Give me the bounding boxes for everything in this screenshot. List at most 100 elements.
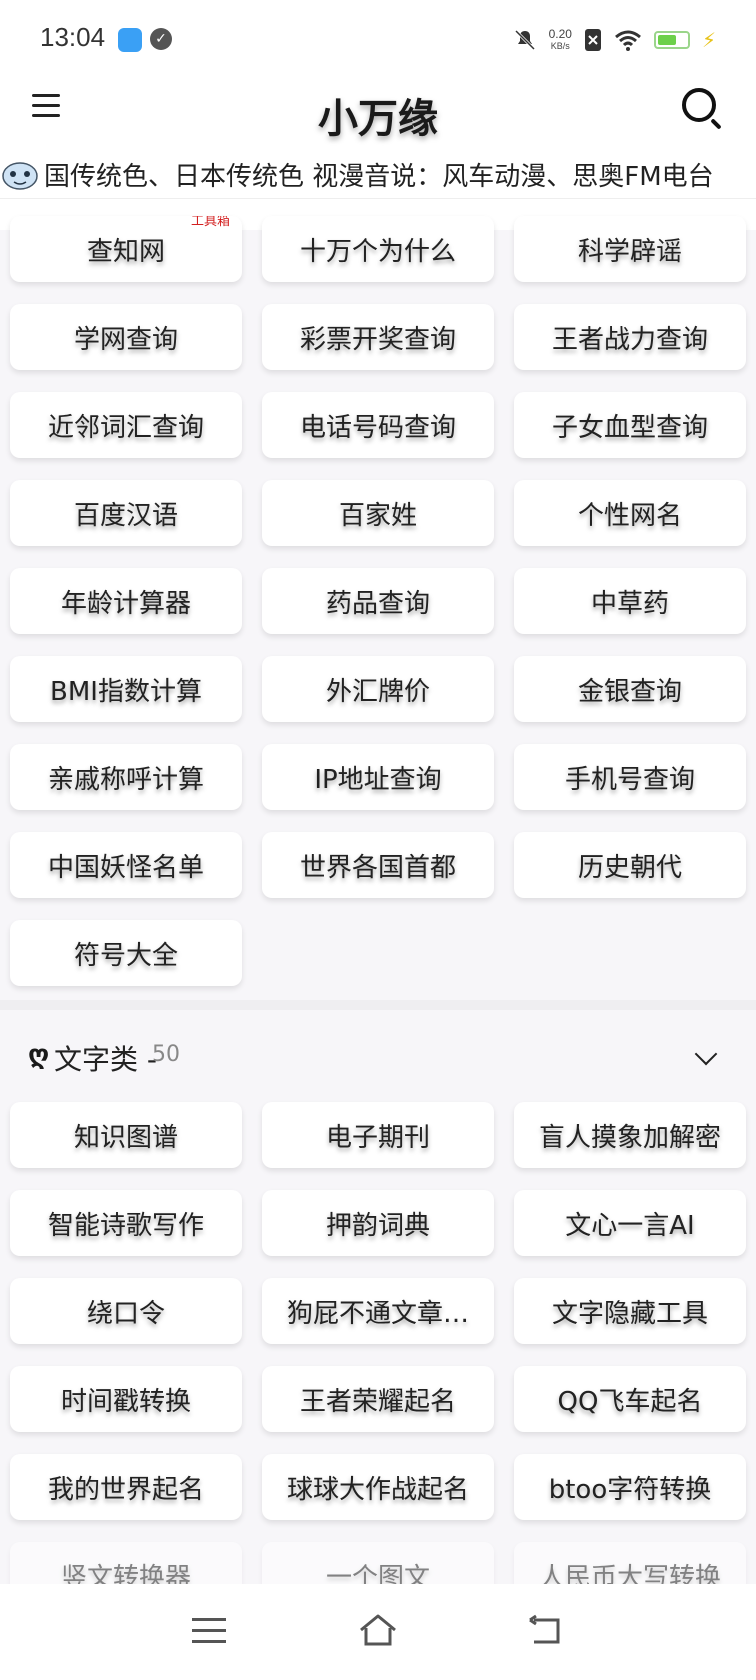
section-count: 50 (152, 1042, 180, 1067)
tool-tile-label: 中国妖怪名单 (47, 852, 204, 883)
tool-tile[interactable]: 学网查询 (10, 304, 242, 370)
back-icon[interactable] (528, 1614, 564, 1646)
section-header-text[interactable]: ღ 文字类 - 50 (0, 1010, 756, 1100)
text-tool-tile[interactable]: 盲人摸象加解密 (514, 1102, 746, 1168)
text-tool-tile-label: btoo字符转换 (548, 1474, 712, 1505)
tool-tile-label: 查知网 (86, 236, 165, 267)
tool-tile-label: 年龄计算器 (60, 588, 191, 619)
tool-tile[interactable]: 科学辟谣 (514, 216, 746, 282)
tool-tile[interactable]: 中草药 (514, 568, 746, 634)
tool-tile-label: 外汇牌价 (325, 676, 430, 707)
tool-tile[interactable]: 十万个为什么 (262, 216, 494, 282)
text-tool-tile-label: 绕口令 (86, 1298, 165, 1329)
battery-icon (653, 31, 690, 49)
text-tool-tile[interactable]: 我的世界起名 (10, 1454, 242, 1520)
text-tool-tile[interactable]: 智能诗歌写作 (10, 1190, 242, 1256)
text-tool-tile-label: 我的世界起名 (47, 1474, 204, 1505)
tool-tile[interactable]: 百家姓 (262, 480, 494, 546)
status-icons: 0.20 KB/s ⚡ (513, 24, 716, 56)
tool-tile[interactable]: 亲戚称呼计算 (10, 744, 242, 810)
tool-tile[interactable]: 外汇牌价 (262, 656, 494, 722)
mascot-icon (2, 162, 38, 190)
tool-tile-label: 世界各国首都 (299, 852, 456, 883)
app-badge-icon (118, 28, 142, 52)
text-tool-tile[interactable]: 电子期刊 (262, 1102, 494, 1168)
text-tool-tile-label: 智能诗歌写作 (47, 1210, 204, 1241)
tool-tile-label: BMI指数计算 (50, 676, 202, 707)
tool-tile-label: 符号大全 (73, 940, 178, 971)
tool-tile-label: 手机号查询 (564, 764, 695, 795)
net-speed-unit: KB/s (550, 41, 570, 51)
text-tool-tile[interactable]: 王者荣耀起名 (262, 1366, 494, 1432)
tool-tile[interactable]: 中国妖怪名单 (10, 832, 242, 898)
text-tool-tile[interactable]: 狗屁不通文章… (262, 1278, 494, 1344)
bell-muted-icon (514, 29, 535, 51)
net-speed: 0.20 KB/s (549, 28, 572, 52)
tool-tile[interactable]: 王者战力查询 (514, 304, 746, 370)
tool-tile-label: 历史朝代 (577, 852, 682, 883)
section-divider (0, 1000, 756, 1010)
tool-tile-label: 药品查询 (325, 588, 430, 619)
text-tool-tile-label: 盲人摸象加解密 (538, 1122, 721, 1153)
tool-tile[interactable]: 世界各国首都 (262, 832, 494, 898)
search-icon[interactable] (682, 88, 716, 122)
tool-tile-label: 近邻词汇查询 (47, 412, 204, 443)
home-icon[interactable] (358, 1612, 398, 1648)
text-tool-tile-label: QQ飞车起名 (557, 1386, 703, 1417)
announcement-ticker[interactable]: 国传统色、日本传统色 视漫音说：风车动漫、思奥FM电台 (0, 154, 756, 199)
status-time: 13:04 (40, 22, 106, 52)
text-tool-tile[interactable]: 文字隐藏工具 (514, 1278, 746, 1344)
tool-tile-label: 学网查询 (73, 324, 178, 355)
tool-tile[interactable]: 子女血型查询 (514, 392, 746, 458)
tool-tile[interactable]: 彩票开奖查询 (262, 304, 494, 370)
text-tool-tile[interactable]: 押韵词典 (262, 1190, 494, 1256)
tool-tile-label: 百度汉语 (73, 500, 178, 531)
text-tool-tile-label: 押韵词典 (325, 1210, 430, 1241)
text-tool-tile-label: 文心一言AI (565, 1210, 695, 1241)
tool-tile[interactable]: 近邻词汇查询 (10, 392, 242, 458)
tool-tile-label: 百家姓 (338, 500, 417, 531)
tool-tile[interactable]: 个性网名 (514, 480, 746, 546)
text-tool-tile[interactable]: 时间戳转换 (10, 1366, 242, 1432)
tool-tile-label: 子女血型查询 (551, 412, 708, 443)
text-tool-tile[interactable]: 文心一言AI (514, 1190, 746, 1256)
text-tool-tile-label: 电子期刊 (325, 1122, 430, 1153)
charging-bolt-icon: ⚡ (701, 28, 716, 52)
text-tool-tile-label: 狗屁不通文章… (286, 1298, 469, 1329)
tool-tile[interactable]: 查知网 工具箱 (10, 216, 242, 282)
text-tool-tile[interactable]: 绕口令 (10, 1278, 242, 1344)
status-bar: 13:04 ✓ 0.20 KB/s ⚡ (0, 0, 756, 80)
tool-tile[interactable]: 电话号码查询 (262, 392, 494, 458)
ticker-text: 国传统色、日本传统色 视漫音说：风车动漫、思奥FM电台 (44, 162, 714, 192)
tool-tile-label: 电话号码查询 (299, 412, 456, 443)
nav-menu-icon[interactable] (192, 1618, 226, 1644)
chevron-down-icon[interactable] (694, 1042, 718, 1066)
tool-tile-label: 科学辟谣 (577, 236, 682, 267)
tool-tile[interactable]: 年龄计算器 (10, 568, 242, 634)
tool-tile[interactable]: 手机号查询 (514, 744, 746, 810)
tool-tile[interactable]: 百度汉语 (10, 480, 242, 546)
text-tools-grid: 知识图谱 电子期刊 盲人摸象加解密智能诗歌写作 押韵词典 文心一言AI 绕口令 狗屁不通文章… (10, 1102, 746, 1608)
section-title: 文字类 - (54, 1043, 158, 1076)
net-speed-value: 0.20 (548, 27, 572, 41)
tool-tile-label: 王者战力查询 (551, 324, 708, 355)
text-tool-tile[interactable]: 球球大作战起名 (262, 1454, 494, 1520)
tool-tile-label: 亲戚称呼计算 (47, 764, 204, 795)
text-tool-tile[interactable]: QQ飞车起名 (514, 1366, 746, 1432)
tool-tile[interactable]: 药品查询 (262, 568, 494, 634)
text-tool-tile-label: 球球大作战起名 (286, 1474, 469, 1505)
tool-tile[interactable]: 金银查询 (514, 656, 746, 722)
tool-tile[interactable]: BMI指数计算 (10, 656, 242, 722)
tool-tile-label: IP地址查询 (314, 764, 442, 795)
text-tool-tile-label: 时间戳转换 (60, 1386, 191, 1417)
tool-tile-label: 彩票开奖查询 (299, 324, 456, 355)
tool-tile-label: 金银查询 (577, 676, 682, 707)
tool-tile[interactable]: IP地址查询 (262, 744, 494, 810)
text-tool-tile[interactable]: 知识图谱 (10, 1102, 242, 1168)
app-title: 小万缘 (318, 96, 438, 142)
text-tool-tile[interactable]: btoo字符转换 (514, 1454, 746, 1520)
text-tool-tile-label: 文字隐藏工具 (551, 1298, 708, 1329)
toolbox-badge: 工具箱 (190, 216, 230, 229)
tool-tile[interactable]: 符号大全 (10, 920, 242, 986)
tool-tile[interactable]: 历史朝代 (514, 832, 746, 898)
